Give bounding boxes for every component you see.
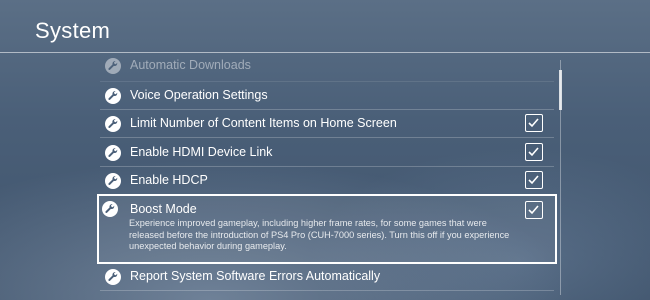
wrench-icon xyxy=(105,173,121,189)
setting-item-automatic-downloads[interactable]: Automatic Downloads xyxy=(100,54,554,82)
setting-label: Voice Operation Settings xyxy=(130,88,268,102)
setting-item-voice-operation[interactable]: Voice Operation Settings xyxy=(100,82,554,110)
checkmark-icon xyxy=(528,205,539,215)
setting-item-report-errors[interactable]: Report System Software Errors Automatica… xyxy=(100,263,554,291)
setting-label: Report System Software Errors Automatica… xyxy=(130,269,381,283)
setting-label: Automatic Downloads xyxy=(130,58,251,72)
wrench-icon xyxy=(102,201,118,217)
boost-mode-checkbox[interactable] xyxy=(525,201,543,219)
checkmark-icon xyxy=(528,175,539,185)
setting-description: Experience improved gameplay, including … xyxy=(129,218,510,251)
setting-item-boost-mode[interactable]: Boost Mode Experience improved gameplay,… xyxy=(97,194,557,264)
setting-item-limit-content-items[interactable]: Limit Number of Content Items on Home Sc… xyxy=(100,110,554,138)
setting-label: Boost Mode xyxy=(130,202,197,216)
setting-label: Limit Number of Content Items on Home Sc… xyxy=(130,116,397,130)
limit-content-checkbox[interactable] xyxy=(525,114,543,132)
wrench-icon xyxy=(105,116,121,132)
setting-label: Enable HDCP xyxy=(130,173,208,187)
setting-label: Enable HDMI Device Link xyxy=(130,145,273,159)
settings-list: Automatic Downloads Voice Operation Sett… xyxy=(0,0,650,300)
wrench-icon xyxy=(105,269,121,285)
setting-item-hdmi-device-link[interactable]: Enable HDMI Device Link xyxy=(100,139,554,167)
setting-item-hdcp[interactable]: Enable HDCP xyxy=(100,167,554,195)
wrench-icon xyxy=(105,145,121,161)
wrench-icon xyxy=(105,58,121,74)
hdcp-checkbox[interactable] xyxy=(525,171,543,189)
checkmark-icon xyxy=(528,147,539,157)
scrollbar-thumb[interactable] xyxy=(559,70,562,110)
checkmark-icon xyxy=(528,118,539,128)
wrench-icon xyxy=(105,88,121,104)
hdmi-device-link-checkbox[interactable] xyxy=(525,143,543,161)
